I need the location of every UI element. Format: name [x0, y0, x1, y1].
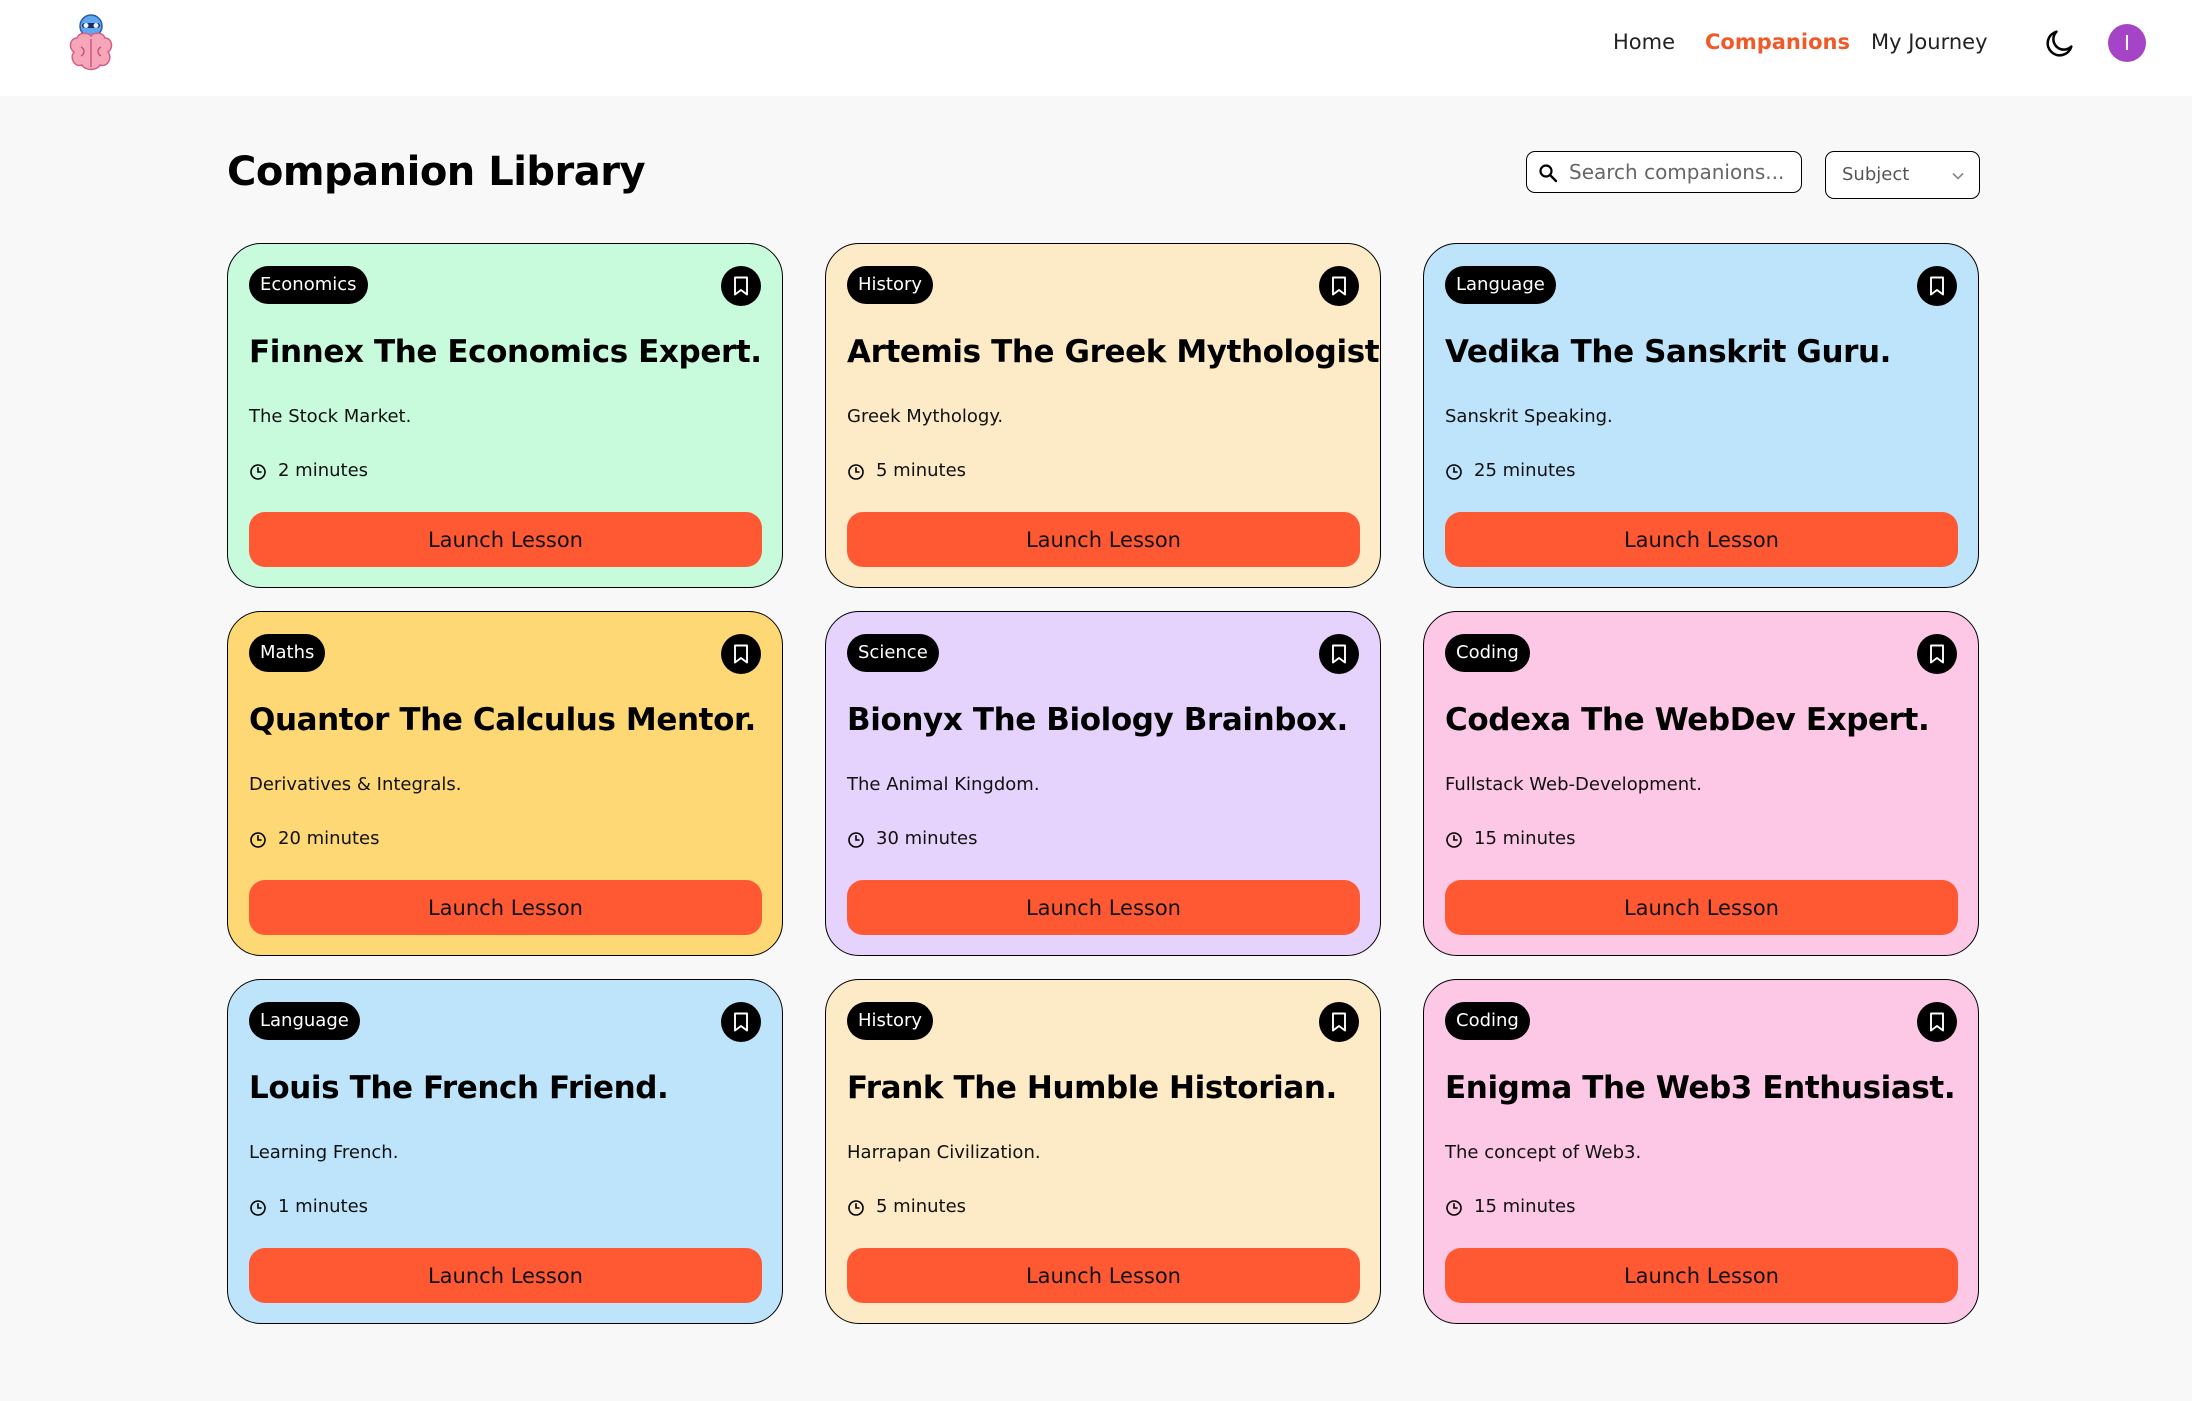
companion-card: Maths Quantor The Calculus Mentor. Deriv… [227, 611, 783, 956]
companion-topic: Fullstack Web-Development. [1445, 774, 1702, 795]
bookmark-button[interactable] [1319, 634, 1359, 674]
brain-logo-icon[interactable] [66, 12, 116, 74]
search-box [1526, 151, 1802, 193]
companion-topic: Sanskrit Speaking. [1445, 406, 1613, 427]
companion-grid: Economics Finnex The Economics Expert. T… [227, 243, 1979, 1324]
nav-link-companions[interactable]: Companions [1705, 30, 1850, 54]
launch-lesson-button[interactable]: Launch Lesson [249, 1248, 762, 1303]
launch-lesson-button[interactable]: Launch Lesson [249, 880, 762, 935]
bookmark-icon [734, 276, 748, 296]
companion-title: Frank The Humble Historian. [847, 1070, 1337, 1106]
clock-icon [1446, 832, 1462, 848]
bookmark-button[interactable] [1917, 266, 1957, 306]
companion-card: Economics Finnex The Economics Expert. T… [227, 243, 783, 588]
subject-badge: Language [249, 1002, 360, 1040]
launch-lesson-button[interactable]: Launch Lesson [847, 880, 1360, 935]
bookmark-button[interactable] [721, 634, 761, 674]
subject-badge: History [847, 1002, 934, 1040]
subject-select[interactable]: Subject [1825, 151, 1980, 199]
companion-card: Coding Enigma The Web3 Enthusiast. The c… [1423, 979, 1979, 1324]
companion-title: Bionyx The Biology Brainbox. [847, 702, 1348, 738]
duration-text: 2 minutes [278, 460, 369, 481]
bookmark-icon [734, 1012, 748, 1032]
subject-badge: Economics [249, 266, 368, 304]
clock-icon [848, 1200, 864, 1216]
companion-topic: Derivatives & Integrals. [249, 774, 462, 795]
moon-icon[interactable] [2043, 26, 2077, 60]
subject-badge: Science [847, 634, 939, 672]
bookmark-button[interactable] [721, 1002, 761, 1042]
companion-topic: Harrapan Civilization. [847, 1142, 1041, 1163]
companion-card: Coding Codexa The WebDev Expert. Fullsta… [1423, 611, 1979, 956]
subject-select-label: Subject [1842, 164, 1910, 185]
bookmark-icon [1930, 644, 1944, 664]
page-title: Companion Library [227, 149, 646, 195]
companion-card: Language Louis The French Friend. Learni… [227, 979, 783, 1324]
launch-lesson-button[interactable]: Launch Lesson [1445, 880, 1958, 935]
search-input[interactable] [1569, 157, 1794, 187]
bookmark-button[interactable] [1319, 1002, 1359, 1042]
companion-topic: The Stock Market. [249, 406, 412, 427]
bookmark-icon [1930, 1012, 1944, 1032]
subject-badge: Coding [1445, 634, 1530, 672]
companion-title: Enigma The Web3 Enthusiast. [1445, 1070, 1956, 1106]
companion-topic: The Animal Kingdom. [847, 774, 1040, 795]
bookmark-icon [1332, 1012, 1346, 1032]
top-navbar: Home Companions My Journey I [0, 0, 2192, 96]
bookmark-button[interactable] [721, 266, 761, 306]
bookmark-button[interactable] [1917, 1002, 1957, 1042]
launch-lesson-button[interactable]: Launch Lesson [847, 512, 1360, 567]
clock-icon [250, 464, 266, 480]
companion-topic: Greek Mythology. [847, 406, 1004, 427]
clock-icon [1446, 464, 1462, 480]
clock-icon [848, 464, 864, 480]
nav-link-my-journey[interactable]: My Journey [1871, 30, 1988, 54]
companion-title: Louis The French Friend. [249, 1070, 669, 1106]
bookmark-button[interactable] [1917, 634, 1957, 674]
bookmark-icon [1930, 276, 1944, 296]
bookmark-icon [1332, 276, 1346, 296]
launch-lesson-button[interactable]: Launch Lesson [1445, 512, 1958, 567]
nav-link-home[interactable]: Home [1613, 30, 1675, 54]
duration-text: 15 minutes [1474, 1196, 1576, 1217]
bookmark-icon [734, 644, 748, 664]
duration-text: 15 minutes [1474, 828, 1576, 849]
launch-lesson-button[interactable]: Launch Lesson [249, 512, 762, 567]
user-avatar[interactable]: I [2108, 24, 2146, 62]
chevron-down-icon [1952, 172, 1964, 180]
companion-topic: The concept of Web3. [1445, 1142, 1642, 1163]
clock-icon [1446, 1200, 1462, 1216]
companion-title: Vedika The Sanskrit Guru. [1445, 334, 1892, 370]
duration-text: 5 minutes [876, 460, 967, 481]
subject-badge: Maths [249, 634, 326, 672]
duration-text: 25 minutes [1474, 460, 1576, 481]
duration-text: 20 minutes [278, 828, 380, 849]
duration-text: 1 minutes [278, 1196, 369, 1217]
duration-text: 30 minutes [876, 828, 978, 849]
subject-badge: History [847, 266, 934, 304]
companion-card: History Artemis The Greek Mythologist. G… [825, 243, 1381, 588]
clock-icon [250, 832, 266, 848]
companion-title: Quantor The Calculus Mentor. [249, 702, 756, 738]
companion-title: Artemis The Greek Mythologist. [847, 334, 1381, 370]
clock-icon [848, 832, 864, 848]
bookmark-icon [1332, 644, 1346, 664]
companion-card: Language Vedika The Sanskrit Guru. Sansk… [1423, 243, 1979, 588]
companion-card: Science Bionyx The Biology Brainbox. The… [825, 611, 1381, 956]
companion-topic: Learning French. [249, 1142, 399, 1163]
companion-title: Finnex The Economics Expert. [249, 334, 762, 370]
companion-title: Codexa The WebDev Expert. [1445, 702, 1930, 738]
search-icon [1539, 164, 1558, 183]
subject-badge: Coding [1445, 1002, 1530, 1040]
bookmark-button[interactable] [1319, 266, 1359, 306]
launch-lesson-button[interactable]: Launch Lesson [847, 1248, 1360, 1303]
clock-icon [250, 1200, 266, 1216]
launch-lesson-button[interactable]: Launch Lesson [1445, 1248, 1958, 1303]
subject-badge: Language [1445, 266, 1556, 304]
duration-text: 5 minutes [876, 1196, 967, 1217]
companion-card: History Frank The Humble Historian. Harr… [825, 979, 1381, 1324]
